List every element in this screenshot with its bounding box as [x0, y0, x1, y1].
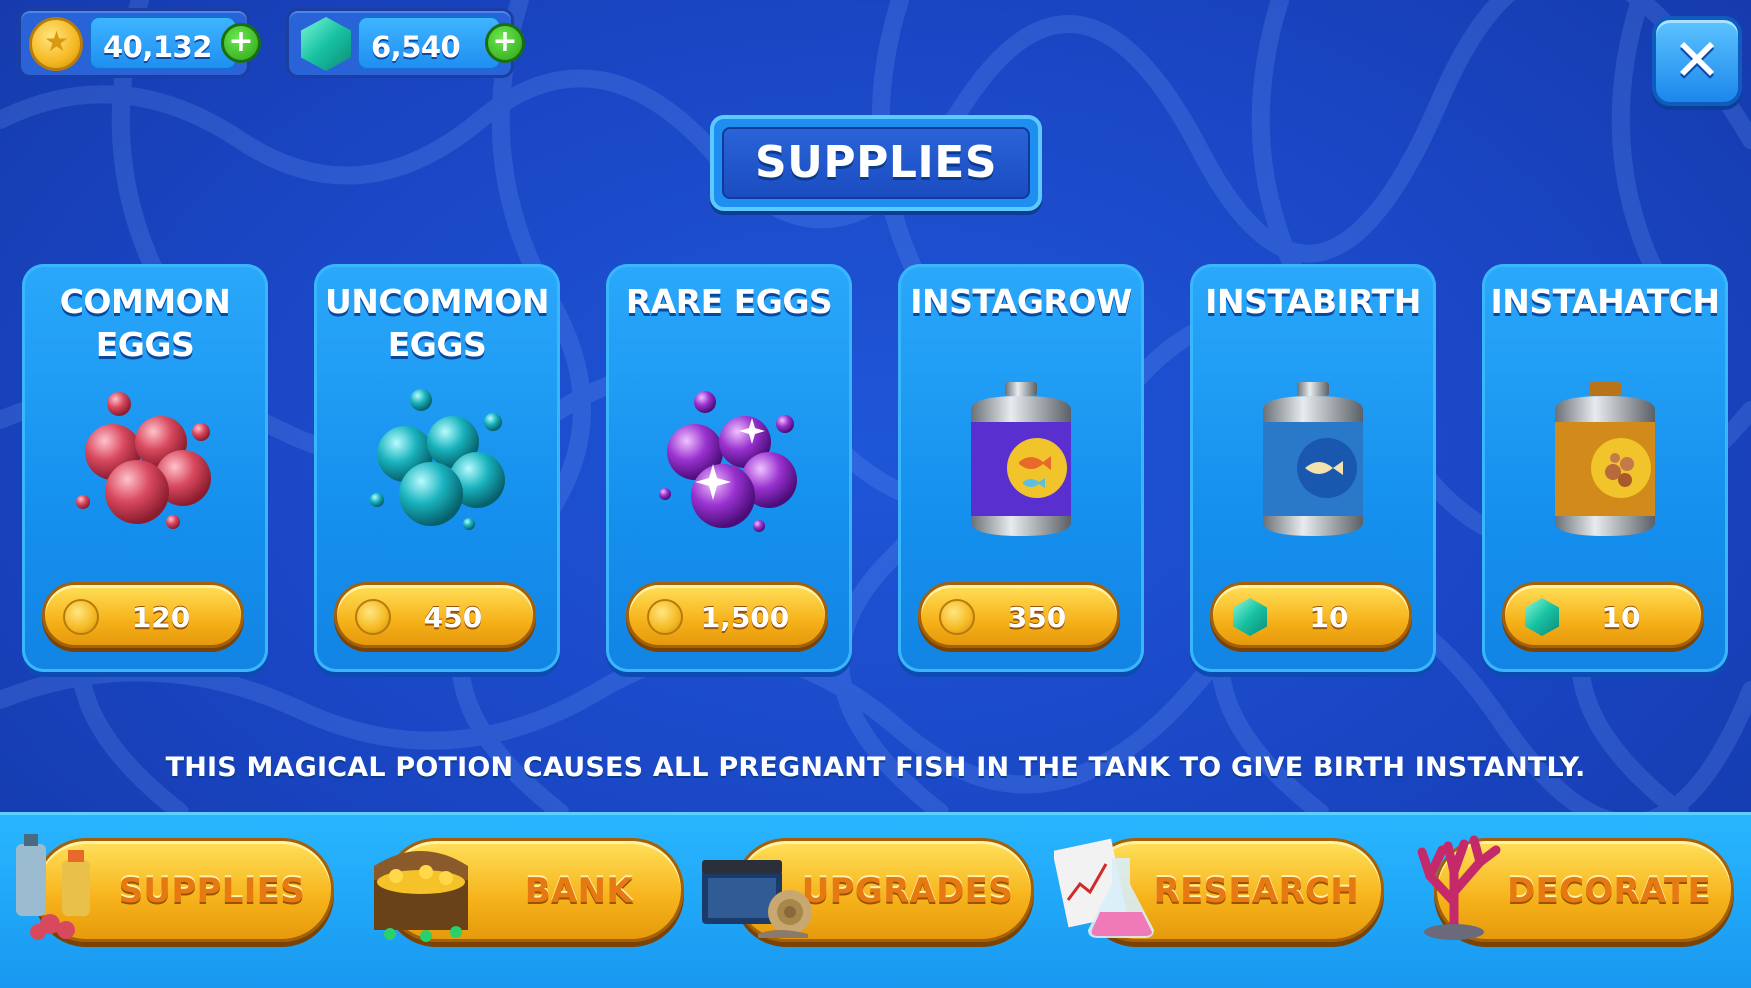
price: 120 — [131, 601, 191, 634]
add-gems-button[interactable]: + — [485, 23, 525, 63]
price: 350 — [1007, 601, 1067, 634]
red-eggs-icon — [76, 392, 211, 529]
buy-button[interactable]: 10 — [1210, 582, 1412, 648]
coin-amount: 40,132 — [103, 30, 212, 64]
title-banner: SUPPLIES — [710, 115, 1042, 211]
nav-label: UPGRADES — [801, 871, 1013, 911]
item-card-common-eggs[interactable]: COMMON EGGS 120 — [22, 264, 268, 672]
gem-amount: 6,540 — [371, 30, 461, 64]
item-name: INSTAHATCH — [1490, 282, 1720, 321]
price: 1,500 — [700, 601, 790, 634]
coin-icon — [939, 599, 975, 635]
teal-eggs-icon — [370, 389, 505, 530]
add-coins-button[interactable]: + — [221, 23, 261, 63]
item-card-instabirth[interactable]: INSTABIRTH 10 — [1190, 264, 1436, 672]
gem-balance: 6,540 + — [286, 8, 525, 78]
item-name-line2: EGGS — [387, 325, 487, 364]
nav-label: DECORATE — [1507, 871, 1711, 911]
item-name: UNCOMMON — [324, 282, 550, 321]
treasure-chest-icon — [374, 851, 468, 942]
price: 10 — [1601, 601, 1641, 634]
item-name: INSTABIRTH — [1205, 282, 1421, 321]
close-button[interactable]: ✕ — [1652, 16, 1742, 106]
item-card-instahatch[interactable]: INSTAHATCH 10 — [1482, 264, 1728, 672]
buy-button[interactable]: 10 — [1502, 582, 1704, 648]
buy-button[interactable]: 120 — [42, 582, 244, 648]
coin-icon — [63, 599, 99, 635]
nav-label: SUPPLIES — [118, 871, 305, 911]
coin-icon — [29, 17, 83, 71]
item-name-line2: EGGS — [95, 325, 195, 364]
nav-label: RESEARCH — [1153, 871, 1359, 911]
item-card-rare-eggs[interactable]: RARE EGGS 1,500 — [606, 264, 852, 672]
item-description: THIS MAGICAL POTION CAUSES ALL PREGNANT … — [165, 752, 1586, 783]
coin-balance: 40,132 + — [18, 8, 261, 78]
price: 10 — [1309, 601, 1349, 634]
nav-label: BANK — [524, 871, 633, 911]
instagrow-potion-icon — [971, 382, 1071, 536]
item-card-uncommon-eggs[interactable]: UNCOMMON EGGS 450 — [314, 264, 560, 672]
buy-button[interactable]: 350 — [918, 582, 1120, 648]
page-title: SUPPLIES — [754, 137, 998, 188]
item-name: COMMON — [59, 282, 231, 321]
buy-button[interactable]: 450 — [334, 582, 536, 648]
supplies-bottles-icon — [16, 834, 90, 940]
price: 450 — [423, 601, 483, 634]
item-card-instagrow[interactable]: INSTAGROW 350 — [898, 264, 1144, 672]
purple-eggs-icon — [659, 391, 797, 532]
coin-icon — [647, 599, 683, 635]
instahatch-potion-icon — [1555, 382, 1655, 536]
aquarium-snail-icon — [702, 860, 812, 938]
coral-icon — [1417, 835, 1501, 940]
gem-icon — [1525, 598, 1559, 636]
gem-icon — [301, 17, 351, 71]
buy-button[interactable]: 1,500 — [626, 582, 828, 648]
item-name: RARE EGGS — [625, 282, 833, 321]
instabirth-potion-icon — [1263, 382, 1363, 536]
coin-icon — [355, 599, 391, 635]
item-name: INSTAGROW — [910, 282, 1132, 321]
flask-chart-icon — [1054, 838, 1154, 938]
gem-icon — [1233, 598, 1267, 636]
